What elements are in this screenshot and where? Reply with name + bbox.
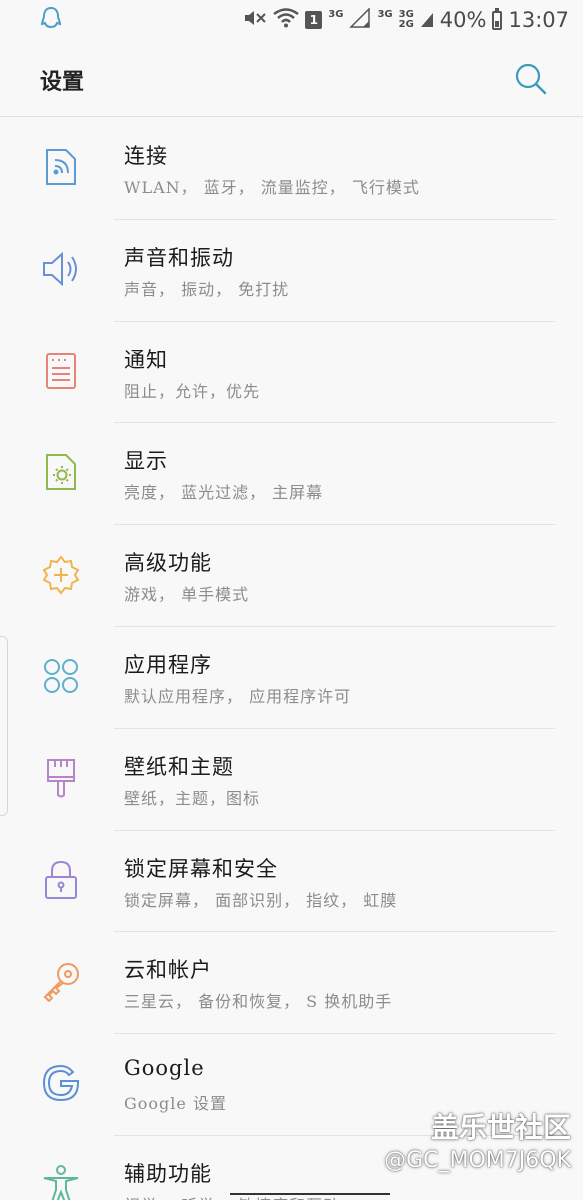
lock-icon (40, 859, 82, 901)
watermark-line1: 盖乐世社区 (430, 1111, 571, 1144)
status-bar: 1 3G 3G 3G 2G 40% 13:07 (0, 0, 583, 40)
settings-item-subtitle: 亮度， 蓝光过滤， 主屏幕 (124, 483, 324, 503)
display-icon (40, 451, 82, 493)
settings-item-subtitle: WLAN， 蓝牙， 流量监控， 飞行模式 (124, 178, 420, 197)
settings-item-lock-screen-security[interactable]: 锁定屏幕和安全 锁定屏幕， 面部识别， 指纹， 虹膜 (0, 831, 583, 933)
battery-icon (492, 7, 503, 30)
accessibility-icon (40, 1164, 82, 1200)
search-button[interactable] (514, 62, 548, 96)
wifi-icon (273, 7, 300, 33)
settings-item-title: Google (124, 1056, 205, 1081)
page-title: 设置 (40, 69, 85, 95)
settings-item-title: 高级功能 (124, 551, 212, 576)
settings-item-sound[interactable]: 声音和振动 声音， 振动， 免打扰 (0, 220, 583, 322)
edge-panel-handle[interactable] (0, 636, 8, 816)
settings-item-title: 云和帐户 (124, 958, 212, 983)
settings-item-subtitle: 默认应用程序， 应用程序许可 (124, 686, 352, 706)
settings-item-title: 应用程序 (124, 652, 212, 677)
settings-item-cloud-accounts[interactable]: 云和帐户 三星云， 备份和恢复， S 换机助手 (0, 932, 583, 1035)
settings-item-subtitle: 声音， 振动， 免打扰 (124, 279, 290, 299)
network-type-3g-secondary: 3G (377, 8, 393, 20)
connections-icon (40, 146, 82, 188)
settings-item-connections[interactable]: 连接 WLAN， 蓝牙， 流量监控， 飞行模式 (0, 118, 583, 220)
watermark: 盖乐世社区 @GC_MOM7J6QK (384, 1106, 571, 1173)
battery-percent: 40% (439, 8, 487, 32)
mute-icon (243, 8, 267, 33)
settings-item-title: 壁纸和主题 (124, 754, 234, 779)
status-indicators: 1 3G 3G 3G 2G 40% 13:07 (243, 6, 569, 33)
settings-item-subtitle: 三星云， 备份和恢复， S 换机助手 (124, 992, 393, 1012)
network-type-3g2g: 3G 2G (398, 9, 414, 30)
settings-item-subtitle: 壁纸，主题，图标 (124, 788, 261, 808)
settings-item-title: 通知 (124, 347, 168, 372)
settings-item-subtitle: 阻止，允许，优先 (124, 381, 261, 401)
key-icon (40, 960, 82, 1003)
settings-item-wallpaper-themes[interactable]: 壁纸和主题 壁纸，主题，图标 (0, 729, 583, 831)
settings-item-title: 连接 (124, 144, 168, 168)
signal-icon (349, 6, 371, 33)
app-header: 设置 (0, 40, 583, 117)
watermark-line2: @GC_MOM7J6QK (384, 1148, 571, 1173)
wallpaper-brush-icon (40, 757, 82, 799)
settings-item-title: 锁定屏幕和安全 (124, 856, 278, 881)
clock: 13:07 (508, 8, 569, 32)
settings-item-display[interactable]: 显示 亮度， 蓝光过滤， 主屏幕 (0, 423, 583, 526)
sound-icon (40, 248, 82, 290)
advanced-features-icon (40, 553, 82, 595)
settings-item-apps[interactable]: 应用程序 默认应用程序， 应用程序许可 (0, 627, 583, 729)
settings-item-subtitle: Google 设置 (124, 1094, 227, 1114)
notification-count-badge: 1 (305, 11, 323, 29)
settings-item-advanced-features[interactable]: 高级功能 游戏， 单手模式 (0, 525, 583, 627)
notification-icon (40, 350, 82, 392)
settings-item-title: 声音和振动 (124, 245, 234, 270)
settings-item-title: 显示 (124, 449, 168, 474)
home-indicator (230, 1193, 390, 1195)
notification-app-icon (40, 6, 62, 34)
search-icon (515, 63, 547, 95)
network-type-3g: 3G (328, 8, 344, 20)
apps-icon (40, 655, 82, 697)
signal-icon-secondary (420, 8, 434, 33)
google-icon (40, 1062, 82, 1104)
settings-list: 连接 WLAN， 蓝牙， 流量监控， 飞行模式 声音和振动 声音， 振动， 免打… (0, 118, 583, 1200)
settings-item-subtitle: 锁定屏幕， 面部识别， 指纹， 虹膜 (124, 890, 398, 910)
settings-item-notifications[interactable]: 通知 阻止，允许，优先 (0, 322, 583, 424)
settings-item-subtitle: 游戏， 单手模式 (124, 585, 250, 605)
settings-item-title: 辅助功能 (124, 1161, 212, 1186)
